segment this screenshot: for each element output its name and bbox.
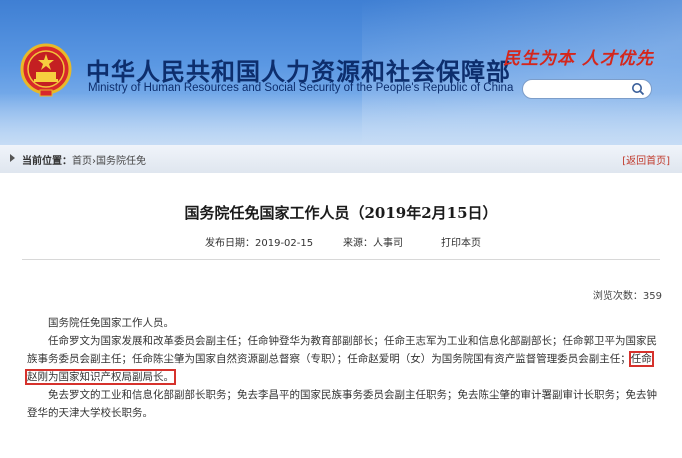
- search-icon[interactable]: [631, 82, 645, 96]
- breadcrumb-path-link[interactable]: 首页›国务院任免: [72, 152, 146, 167]
- breadcrumb-label: 当前位置：: [22, 156, 72, 167]
- article-paragraph-appointments: 任命罗文为国家发展和改革委员会副主任；任命钟登华为教育部副部长；任命王志军为工业…: [25, 332, 659, 386]
- breadcrumb-arrow-icon: [10, 154, 15, 162]
- article-source: 来源：人事司: [343, 234, 403, 249]
- article-lead: 国务院任免国家工作人员。: [48, 317, 174, 329]
- national-emblem-icon[interactable]: [20, 42, 72, 98]
- site-title-en: Ministry of Human Resources and Social S…: [88, 82, 514, 94]
- header-bottom-gradient: [0, 93, 682, 145]
- view-count-label: 浏览次数：: [592, 291, 643, 302]
- view-count: 浏览次数：359: [593, 287, 662, 302]
- article-paragraph-dismissals: 免去罗文的工业和信息化部副部长职务；免去李昌平的国家民族事务委员会副主任职务；免…: [27, 389, 657, 419]
- publish-date-label: 发布日期：: [205, 238, 255, 249]
- breadcrumb: 当前位置： 首页›国务院任免 [返回首页]: [0, 145, 682, 174]
- source-label: 来源：: [343, 238, 373, 249]
- publish-date-value: 2019-02-15: [255, 238, 314, 249]
- page: 中华人民共和国人力资源和社会保障部 Ministry of Human Reso…: [0, 0, 682, 458]
- print-page-link[interactable]: 打印本页: [441, 234, 481, 249]
- back-to-home-link[interactable]: [返回首页]: [622, 152, 670, 167]
- article-body: 国务院任免国家工作人员。 任命罗文为国家发展和改革委员会副主任；任命钟登华为教育…: [25, 314, 659, 422]
- article-title: 国务院任免国家工作人员（2019年2月15日）: [184, 204, 498, 222]
- publish-date: 发布日期：2019-02-15: [205, 234, 313, 249]
- search-input[interactable]: [522, 79, 652, 99]
- appointments-text: 任命罗文为国家发展和改革委员会副主任；任命钟登华为教育部副部长；任命王志军为工业…: [27, 335, 657, 365]
- title-divider: [22, 259, 660, 260]
- source-value: 人事司: [373, 238, 403, 249]
- view-count-value: 359: [642, 291, 662, 302]
- site-header: 中华人民共和国人力资源和社会保障部 Ministry of Human Reso…: [0, 0, 682, 145]
- site-slogan: 民生为本 人才优先: [503, 49, 654, 69]
